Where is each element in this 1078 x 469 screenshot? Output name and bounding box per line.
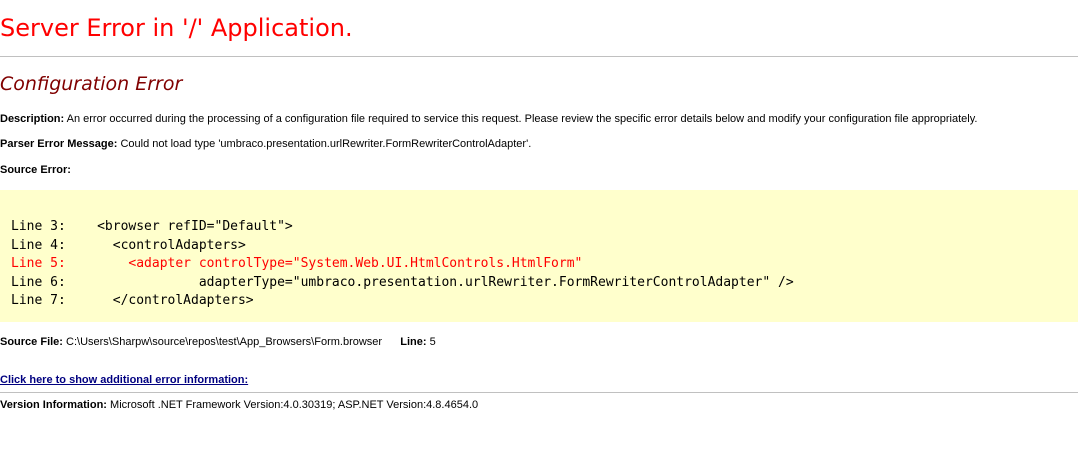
parser-error-text: Could not load type 'umbraco.presentatio… (120, 138, 532, 150)
source-line-number: 5 (429, 336, 436, 348)
source-file-label: Source File: (0, 336, 63, 348)
code-line: Line 4: <controlAdapters> (11, 237, 246, 253)
page-title: Server Error in '/' Application. (0, 14, 353, 42)
code-line: Line 7: </controlAdapters> (11, 293, 254, 309)
version-info-label: Version Information: (0, 399, 107, 411)
description-text: An error occurred during the processing … (66, 113, 978, 125)
code-line: Line 6: adapterType="umbraco.presentatio… (11, 274, 794, 290)
source-file-row: Source File: C:\Users\Sharpw\source\repo… (0, 336, 436, 348)
source-code-box: Line 3: <browser refID="Default"> Line 4:… (0, 190, 1078, 322)
source-code: Line 3: <browser refID="Default"> Line 4:… (11, 218, 794, 311)
parser-error-row: Parser Error Message: Could not load typ… (0, 138, 531, 150)
show-additional-info-link[interactable]: Click here to show additional error info… (0, 374, 248, 386)
error-heading: Configuration Error (0, 73, 183, 95)
source-error-label: Source Error: (0, 164, 71, 176)
code-line: Line 3: <browser refID="Default"> (11, 219, 293, 234)
description-row: Description: An error occurred during th… (0, 113, 977, 125)
source-file-path: C:\Users\Sharpw\source\repos\test\App_Br… (66, 336, 383, 348)
source-line-label: Line: (400, 336, 427, 348)
title-divider (0, 56, 1078, 57)
parser-error-label: Parser Error Message: (0, 138, 118, 150)
version-info-row: Version Information: Microsoft .NET Fram… (0, 399, 478, 411)
code-line-error: Line 5: <adapter controlType="System.Web… (11, 256, 583, 272)
description-label: Description: (0, 113, 65, 125)
source-error-row: Source Error: (0, 164, 71, 176)
version-divider (0, 392, 1078, 393)
version-info-text: Microsoft .NET Framework Version:4.0.303… (110, 399, 479, 411)
